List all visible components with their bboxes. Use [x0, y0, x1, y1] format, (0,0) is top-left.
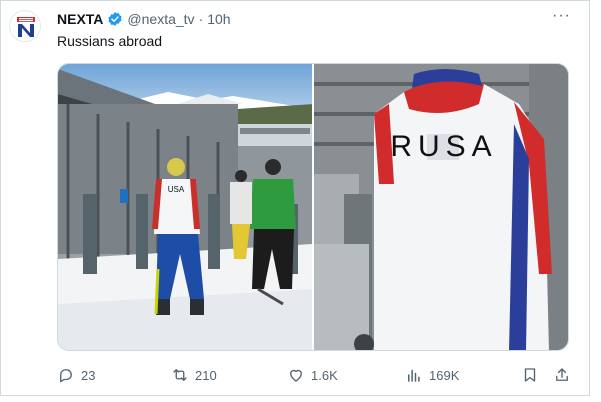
tweet-timestamp[interactable]: 10h: [207, 11, 230, 27]
header-separator: ·: [198, 11, 204, 27]
repost-button[interactable]: 210: [171, 365, 217, 385]
share-icon: [556, 368, 568, 381]
left-jacket-text: USA: [168, 185, 185, 194]
tweet-header: NEXTA @nexta_tv · 10h: [57, 10, 231, 28]
media-photo-right[interactable]: RUSA: [314, 64, 568, 350]
reply-icon: [60, 369, 72, 383]
author-name[interactable]: NEXTA: [57, 11, 103, 27]
tweet-media[interactable]: USA RUSA: [57, 63, 569, 351]
ski-lift-scene-image: USA: [58, 64, 312, 350]
heart-icon: [290, 369, 302, 382]
bookmark-button[interactable]: [521, 365, 539, 385]
tweet-actions: 23 210 1.6K 169K: [57, 365, 577, 385]
right-jacket-text: RUSA: [390, 130, 497, 163]
rusa-jacket-closeup-image: RUSA: [314, 64, 568, 350]
author-avatar[interactable]: [9, 10, 41, 42]
bookmark-icon: [524, 368, 536, 382]
like-count: 1.6K: [311, 367, 338, 383]
author-handle[interactable]: @nexta_tv: [127, 11, 194, 27]
like-button[interactable]: 1.6K: [287, 365, 338, 385]
more-options-icon[interactable]: ···: [552, 8, 570, 28]
tweet-text: Russians abroad: [57, 33, 163, 49]
verified-badge-icon: [108, 12, 123, 26]
repost-count: 210: [195, 367, 217, 383]
views-count: 169K: [429, 367, 460, 383]
media-photo-left[interactable]: USA: [58, 64, 312, 350]
reply-button[interactable]: 23: [57, 365, 95, 385]
views-chart-icon: [408, 369, 420, 382]
views-button[interactable]: 169K: [405, 365, 459, 385]
share-button[interactable]: [553, 365, 571, 385]
reply-count: 23: [81, 367, 96, 383]
repost-icon: [173, 369, 187, 381]
